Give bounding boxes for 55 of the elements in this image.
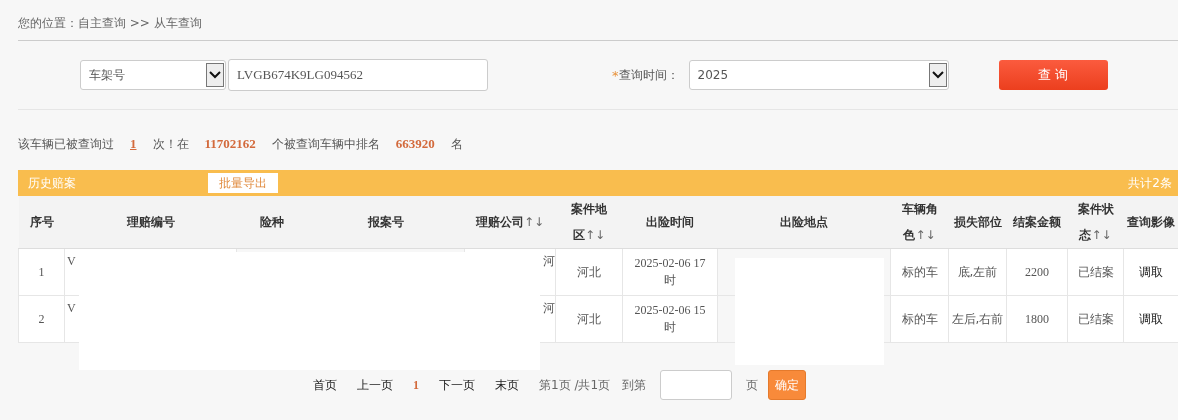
table-cell: 已结案 [1077, 264, 1114, 279]
dropdown-caret-icon[interactable] [206, 63, 224, 87]
retrieve-link[interactable]: 调取 [1139, 311, 1163, 326]
history-claims-title: 历史赔案 [28, 174, 76, 192]
table-cell: 1800 [1025, 311, 1049, 326]
required-mark: * [612, 67, 619, 83]
column-header: 险种 [259, 214, 284, 231]
query-time-label: 查询时间： [618, 66, 679, 84]
column-header: 序号 [29, 214, 54, 231]
next-page-link[interactable]: 下一页 [439, 376, 475, 394]
table-cell: 2 [38, 311, 45, 326]
vin-input-field[interactable]: LVGB674K9LG094562 [228, 59, 488, 91]
total-count: 共计2条 [1128, 174, 1173, 192]
page-input-field[interactable] [660, 370, 733, 400]
stat-text: 名 [450, 135, 463, 153]
table-cell: 河 [543, 254, 555, 268]
table-cell: 1 [38, 264, 45, 279]
stat-text: 次！在 [152, 135, 189, 153]
query-time-select[interactable]: 2025 [688, 60, 949, 90]
stat-text: 个被查询车辆中排名 [271, 135, 380, 153]
column-header: 结案金额 [1013, 214, 1061, 231]
column-header: 出险地点 [780, 214, 828, 231]
first-page-link[interactable]: 首页 [313, 376, 337, 394]
table-cell: 左后,右前 [951, 311, 1004, 326]
table-cell: 2025-02-06 15时 [634, 303, 706, 334]
retrieve-link[interactable]: 调取 [1139, 264, 1163, 279]
table-cell: 2200 [1025, 264, 1049, 279]
column-header: 查询影像 [1127, 214, 1175, 231]
table-cell: 底,左前 [957, 264, 998, 279]
table-cell: 河北 [577, 311, 601, 326]
column-header: 理赔编号 [126, 214, 175, 231]
goto-label: 到第 [622, 376, 647, 394]
breadcrumb-label: 您的位置： [18, 15, 78, 32]
stat-text: 该车辆已被查询过 [18, 135, 114, 153]
search-type-select[interactable]: 车架号 [80, 60, 226, 90]
breadcrumb-path: 自主查询 >> 从车查询 [78, 15, 202, 32]
table-cell: 标的车 [901, 264, 938, 279]
table-cell: 标的车 [901, 311, 938, 326]
table-cell: V [67, 254, 76, 268]
table-cell: 河北 [577, 264, 601, 279]
table-cell: 已结案 [1077, 311, 1114, 326]
column-header: 出险时间 [646, 214, 694, 231]
column-header: 损失部位 [953, 214, 1002, 231]
table-cell: 河 [543, 301, 555, 315]
table-cell: V [67, 301, 76, 315]
dropdown-caret-icon[interactable] [928, 63, 947, 87]
page-info: 第1页 /共1页 [539, 376, 611, 394]
last-page-link[interactable]: 末页 [495, 376, 519, 394]
query-button[interactable]: 查 询 [998, 60, 1108, 90]
table-cell: 2025-02-06 17时 [634, 256, 706, 287]
stat-number: 11702162 [204, 136, 256, 152]
column-header: 报案号 [367, 214, 404, 231]
stat-number: 663920 [395, 136, 435, 152]
page-unit-label: 页 [746, 376, 759, 394]
prev-page-link[interactable]: 上一页 [357, 376, 393, 394]
